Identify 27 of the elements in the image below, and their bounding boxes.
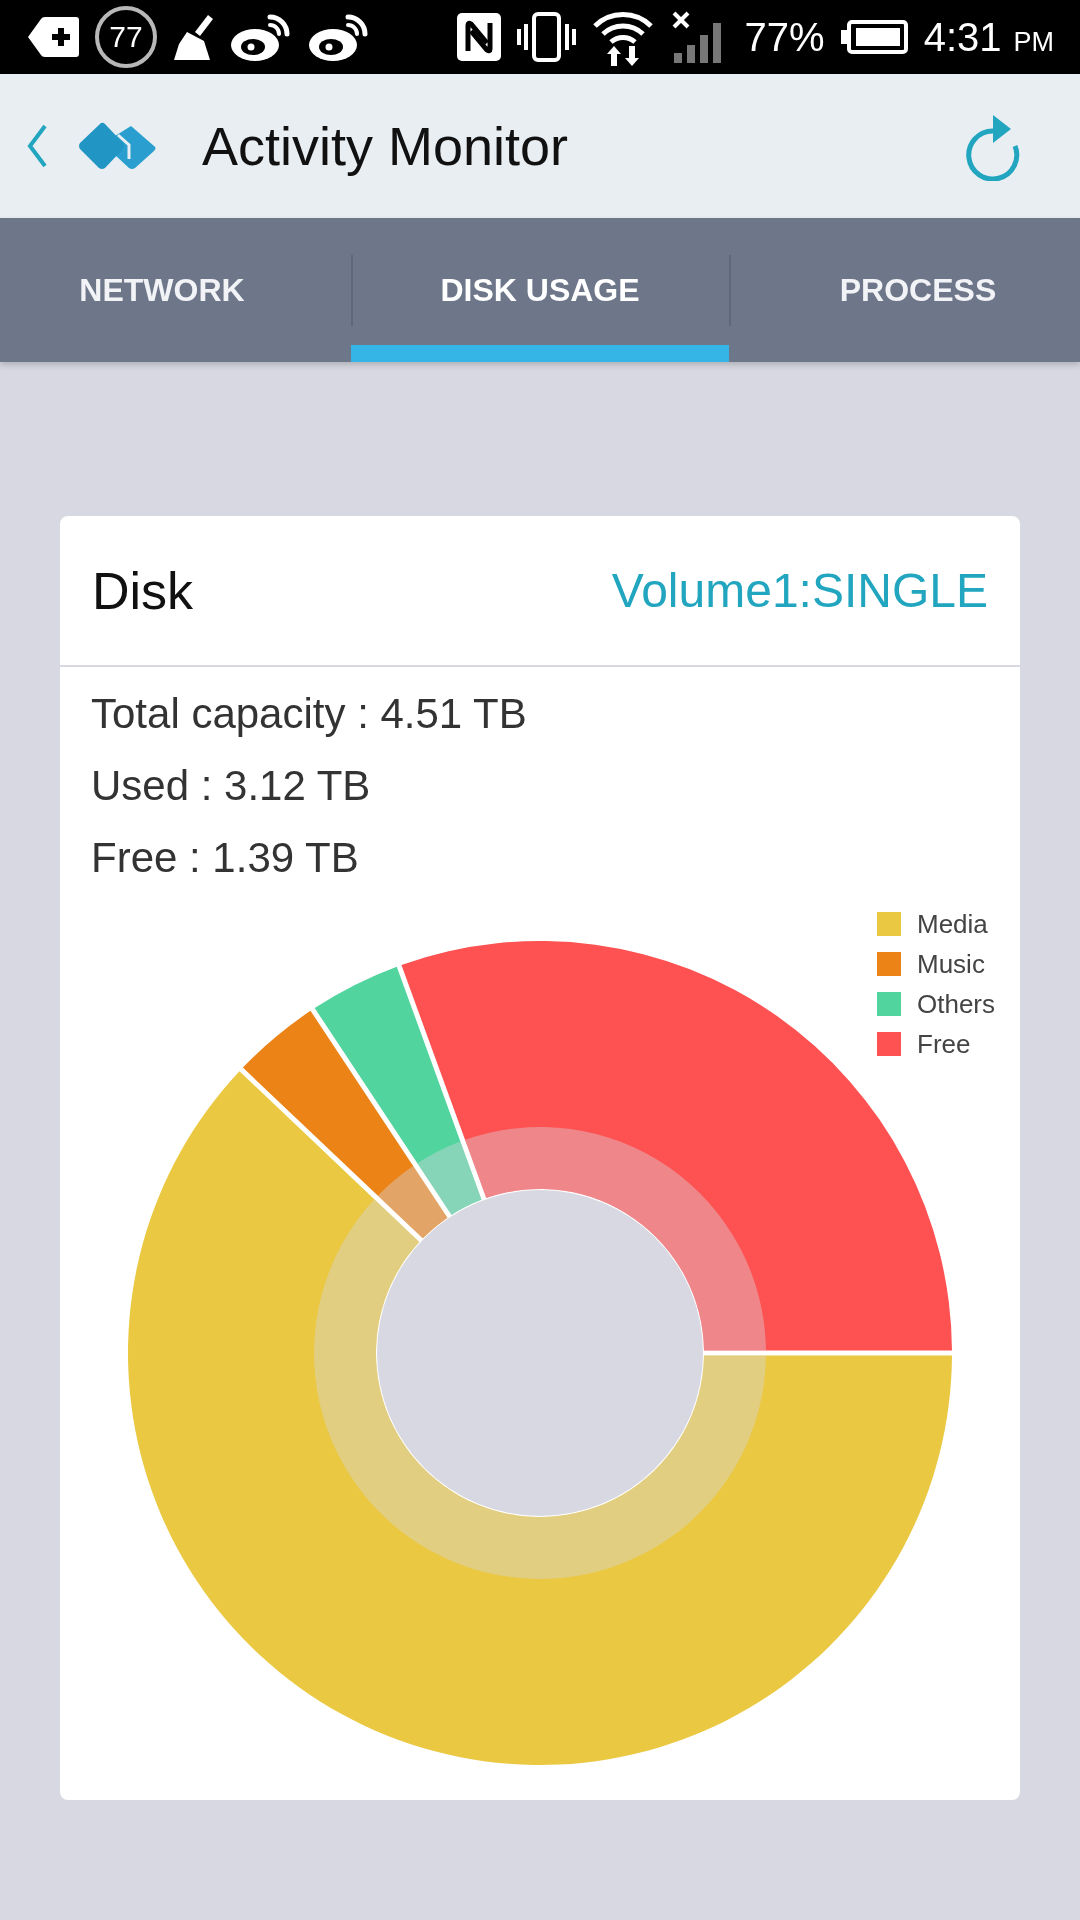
disk-stat-text: Total capacity : 4.51 TB [91, 689, 527, 739]
volume-label[interactable]: Volume1:SINGLE [611, 563, 988, 618]
disk-stat-text: Used : 3.12 TB [91, 761, 371, 811]
clock-time: 4:31 [923, 17, 1002, 57]
legend-label: Media [917, 908, 988, 940]
app-logo-icon [77, 122, 158, 170]
tag-plus-icon [28, 17, 79, 57]
eye-logo-icon [230, 12, 292, 62]
broom-icon [173, 14, 214, 60]
vibrate-icon [516, 12, 576, 62]
tab[interactable]: PROCESS [729, 218, 1080, 362]
legend-label: Free [917, 1028, 971, 1060]
nfc-icon [456, 13, 501, 61]
legend-label: Others [917, 988, 996, 1020]
battery-icon [840, 20, 908, 54]
clock-meridiem: PM [1013, 29, 1054, 56]
counter-badge: 77 [95, 6, 157, 68]
tab[interactable]: DISK USAGE [351, 218, 729, 362]
battery-percent: 77% [744, 17, 825, 57]
legend-label: Music [917, 948, 985, 980]
back-button[interactable] [26, 123, 48, 169]
eye-logo-icon [308, 12, 370, 62]
card-title: Disk [92, 560, 194, 621]
back-icon [26, 123, 48, 169]
app-title: Activity Monitor [202, 115, 570, 177]
disk-stat-text: Free : 1.39 TB [91, 833, 359, 883]
tab[interactable]: NETWORK [0, 218, 351, 362]
